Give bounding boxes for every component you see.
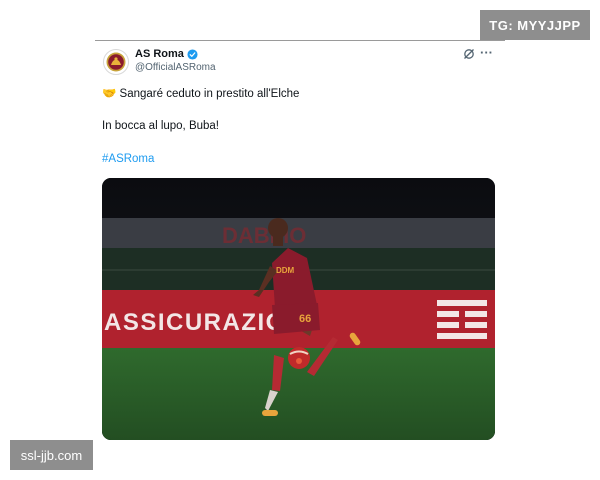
- match-photo: DABLIO ASSICURAZIONI DDM 66: [102, 178, 495, 440]
- watermark-top-right: TG: MYYJJPP: [480, 10, 590, 40]
- more-options-icon[interactable]: ···: [480, 45, 493, 60]
- author-name[interactable]: AS Roma: [135, 48, 184, 60]
- author-handle[interactable]: @OfficialASRoma: [135, 62, 216, 73]
- tweet-text-line-1: Sangaré ceduto in prestito all'Elche: [119, 88, 300, 100]
- watermark-bottom-left: ssl-jjb.com: [10, 440, 93, 470]
- verified-badge-icon: [187, 48, 198, 60]
- upper-banner-text: DABLIO: [222, 223, 306, 248]
- player-number: 66: [299, 313, 311, 325]
- divider: [95, 40, 505, 41]
- shirt-sponsor-text: DDM: [276, 266, 295, 275]
- avatar[interactable]: [103, 49, 129, 75]
- tweet-media-photo[interactable]: DABLIO ASSICURAZIONI DDM 66: [102, 178, 495, 440]
- as-roma-crest-icon: [106, 52, 126, 72]
- tweet-line-1: 🤝 Sangaré ceduto in prestito all'Elche: [102, 86, 299, 100]
- tweet-card: AS Roma @OfficialASRoma ··· 🤝 Sangaré ce…: [95, 40, 505, 450]
- grok-icon[interactable]: [463, 48, 475, 60]
- tweet-text-line-2: In bocca al lupo, Buba!: [102, 120, 219, 132]
- hashtag-link[interactable]: #ASRoma: [102, 153, 154, 165]
- handshake-emoji-icon: 🤝: [102, 88, 117, 100]
- football: [288, 347, 310, 369]
